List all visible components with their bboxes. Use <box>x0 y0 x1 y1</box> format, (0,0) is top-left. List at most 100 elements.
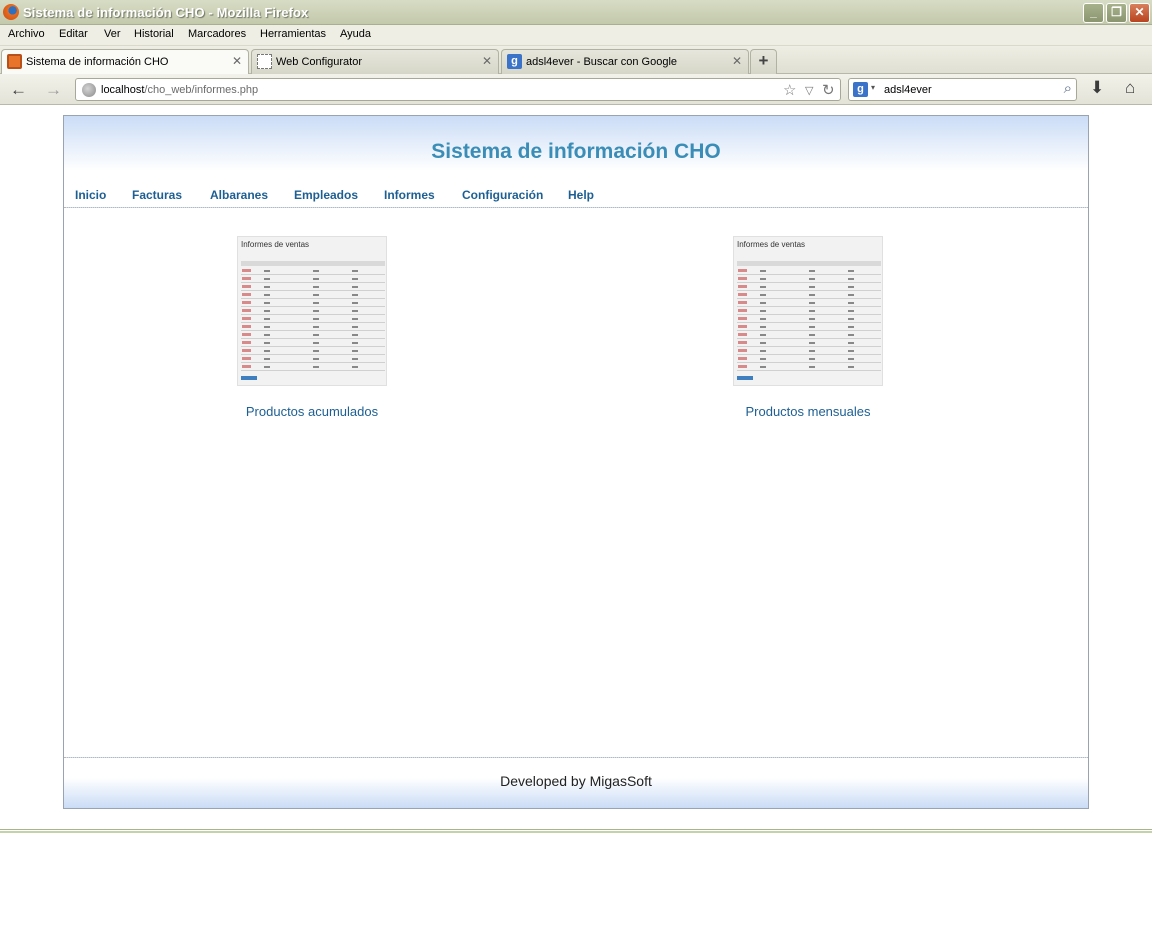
thumbnail-month-cell <box>242 301 251 304</box>
thumbnail-month-cell <box>738 341 747 344</box>
thumbnail-row-divider <box>737 346 881 347</box>
nav-informes[interactable]: Informes <box>384 188 435 202</box>
thumbnail-row-divider <box>737 370 881 371</box>
menu-historial[interactable]: Historial <box>134 28 174 40</box>
thumbnail-row-divider <box>241 338 385 339</box>
thumbnail-value-cell <box>264 270 270 272</box>
thumbnail-value-cell <box>809 318 815 320</box>
google-search-engine-icon[interactable]: g <box>853 82 868 97</box>
thumbnail-value-cell <box>809 302 815 304</box>
site-title: Sistema de información CHO <box>431 140 721 163</box>
reload-icon[interactable]: ↻ <box>822 81 835 99</box>
thumbnail-value-cell <box>313 326 319 328</box>
restore-button[interactable]: ❐ <box>1106 3 1127 23</box>
thumbnail-value-cell <box>848 366 854 368</box>
thumbnail-value-cell <box>760 302 766 304</box>
thumbnail-value-cell <box>352 270 358 272</box>
thumbnail-month-cell <box>242 277 251 280</box>
nav-inicio[interactable]: Inicio <box>75 188 106 202</box>
thumbnail-value-cell <box>264 366 270 368</box>
menu-herramientas[interactable]: Herramientas <box>260 28 326 40</box>
url-text[interactable]: localhost/cho_web/informes.php <box>101 84 258 96</box>
report-thumbnail[interactable]: Informes de ventas <box>733 236 883 386</box>
report-productos-acumulados[interactable]: Informes de ventas Productos acumulados <box>232 236 392 419</box>
search-input[interactable]: adsl4ever <box>884 84 932 96</box>
tab-sistema-cho[interactable]: Sistema de información CHO ✕ <box>1 49 249 75</box>
tab-web-configurator[interactable]: Web Configurator ✕ <box>251 49 499 74</box>
thumbnail-value-cell <box>352 318 358 320</box>
nav-empleados[interactable]: Empleados <box>294 188 358 202</box>
menu-editar[interactable]: Editar <box>59 28 88 40</box>
xampp-icon <box>7 54 22 69</box>
home-icon[interactable]: ⌂ <box>1125 78 1135 98</box>
report-link[interactable]: Productos mensuales <box>728 404 888 419</box>
thumbnail-value-cell <box>264 358 270 360</box>
thumbnail-value-cell <box>760 286 766 288</box>
nav-albaranes[interactable]: Albaranes <box>210 188 268 202</box>
report-link[interactable]: Productos acumulados <box>232 404 392 419</box>
bookmark-star-icon[interactable]: ☆ <box>783 81 796 99</box>
menu-ayuda[interactable]: Ayuda <box>340 28 371 40</box>
thumbnail-month-cell <box>242 333 251 336</box>
thumbnail-month-cell <box>738 349 747 352</box>
thumbnail-month-cell <box>242 285 251 288</box>
thumbnail-value-cell <box>848 302 854 304</box>
nav-help[interactable]: Help <box>568 188 594 202</box>
tab-bar: Sistema de información CHO ✕ Web Configu… <box>0 46 1152 75</box>
report-thumbnail[interactable]: Informes de ventas <box>237 236 387 386</box>
nav-facturas[interactable]: Facturas <box>132 188 182 202</box>
thumbnail-value-cell <box>264 334 270 336</box>
close-icon[interactable]: ✕ <box>232 54 242 68</box>
thumbnail-value-cell <box>313 342 319 344</box>
thumbnail-value-cell <box>760 326 766 328</box>
thumbnail-value-cell <box>264 318 270 320</box>
history-dropdown-icon[interactable]: ▽ <box>805 84 813 97</box>
thumbnail-month-cell <box>738 293 747 296</box>
thumbnail-month-cell <box>738 269 747 272</box>
thumbnail-value-cell <box>313 278 319 280</box>
search-icon[interactable]: ⌕ <box>1064 80 1072 97</box>
thumbnail-month-cell <box>738 325 747 328</box>
status-bar-divider <box>0 829 1152 833</box>
globe-icon <box>82 83 96 97</box>
thumbnail-value-cell <box>352 286 358 288</box>
thumbnail-month-cell <box>738 309 747 312</box>
site-header: Sistema de información CHO Inicio Factur… <box>64 116 1088 208</box>
thumbnail-month-cell <box>738 365 747 368</box>
thumbnail-month-cell <box>738 357 747 360</box>
footer-text: Developed by MigasSoft <box>500 773 652 789</box>
thumbnail-value-cell <box>809 326 815 328</box>
menu-archivo[interactable]: Archivo <box>8 28 45 40</box>
search-engine-dropdown-icon[interactable]: ▾ <box>871 83 875 92</box>
thumbnail-row-divider <box>241 274 385 275</box>
thumbnail-value-cell <box>264 310 270 312</box>
thumbnail-value-cell <box>313 294 319 296</box>
thumbnail-value-cell <box>313 366 319 368</box>
url-bar[interactable]: localhost/cho_web/informes.php ☆ ▽ ↻ <box>75 78 841 101</box>
report-productos-mensuales[interactable]: Informes de ventas Productos mensuales <box>728 236 888 419</box>
download-icon[interactable]: ⬇ <box>1090 78 1104 98</box>
thumbnail-value-cell <box>264 342 270 344</box>
nav-configuracion[interactable]: Configuración <box>462 188 543 202</box>
menu-marcadores[interactable]: Marcadores <box>188 28 246 40</box>
menu-ver[interactable]: Ver <box>104 28 121 40</box>
thumbnail-row-divider <box>241 330 385 331</box>
thumbnail-value-cell <box>809 334 815 336</box>
forward-icon[interactable]: → <box>45 80 62 100</box>
thumbnail-value-cell <box>848 278 854 280</box>
search-bar[interactable]: g ▾ adsl4ever ⌕ <box>848 78 1077 101</box>
thumbnail-value-cell <box>352 294 358 296</box>
site-footer: Developed by MigasSoft <box>64 757 1088 808</box>
thumbnail-value-cell <box>848 294 854 296</box>
close-icon[interactable]: ✕ <box>482 54 492 68</box>
thumbnail-month-cell <box>242 325 251 328</box>
close-icon[interactable]: ✕ <box>732 54 742 68</box>
new-tab-button[interactable]: + <box>750 49 777 74</box>
thumbnail-row-divider <box>737 290 881 291</box>
tab-google-search[interactable]: g adsl4ever - Buscar con Google ✕ <box>501 49 749 74</box>
back-icon[interactable]: ← <box>10 80 27 100</box>
minimize-button[interactable]: _ <box>1083 3 1104 23</box>
thumbnail-month-cell <box>738 333 747 336</box>
thumbnail-value-cell <box>809 342 815 344</box>
close-button[interactable]: ✕ <box>1129 3 1150 23</box>
